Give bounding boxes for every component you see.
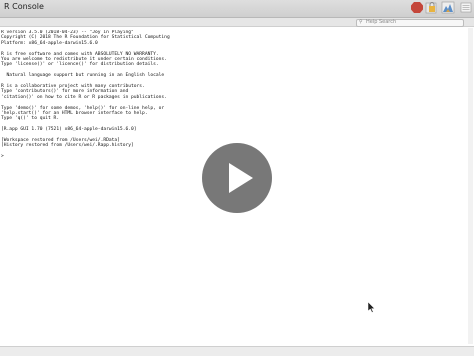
color-chart-icon[interactable]	[441, 1, 455, 14]
help-search-placeholder: Help Search	[366, 19, 397, 25]
play-icon	[229, 163, 253, 193]
toolbar: ⚲ Help Search	[0, 18, 474, 27]
search-icon: ⚲	[359, 19, 363, 25]
window-title: R Console	[4, 2, 44, 11]
stop-icon[interactable]	[410, 1, 424, 14]
help-search-field[interactable]: ⚲ Help Search	[356, 19, 464, 27]
mouse-cursor-icon	[368, 302, 376, 313]
list-icon[interactable]	[459, 1, 473, 14]
vertical-scrollbar[interactable]	[468, 28, 473, 344]
play-button[interactable]	[202, 143, 272, 213]
title-bar: R Console	[0, 0, 474, 18]
lock-icon[interactable]	[424, 1, 438, 14]
